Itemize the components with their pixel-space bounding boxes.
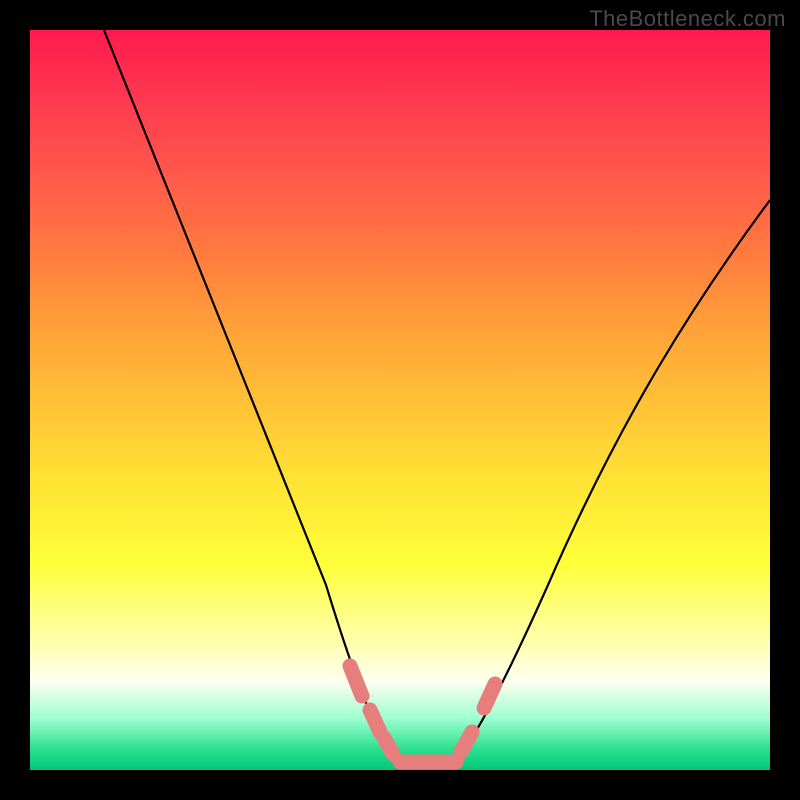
highlighted-segments (350, 666, 495, 762)
bottleneck-curve-svg (30, 30, 770, 770)
watermark: TheBottleneck.com (589, 6, 786, 32)
chart-frame: TheBottleneck.com (0, 0, 800, 800)
bottleneck-curve (104, 30, 770, 767)
plot-area (30, 30, 770, 770)
